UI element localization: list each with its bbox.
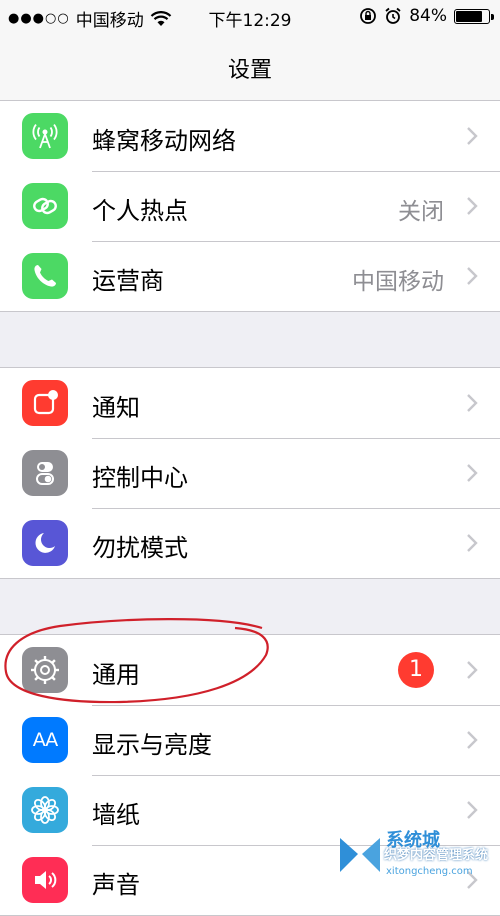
settings-row-carrier[interactable]: 运营商 中国移动 <box>0 241 500 311</box>
wallpaper-flower-icon <box>22 787 68 833</box>
phone-icon <box>22 253 68 299</box>
settings-row-general[interactable]: 通用 1 <box>0 635 500 705</box>
chevron-right-icon <box>467 661 478 679</box>
page-title: 设置 <box>227 58 272 83</box>
chevron-right-icon <box>467 464 478 482</box>
chevron-right-icon <box>467 197 478 215</box>
settings-row-display-brightness[interactable]: AA 显示与亮度 <box>0 705 500 775</box>
watermark-line1: 织梦内容管理系统 <box>384 848 489 863</box>
chevron-right-icon <box>467 731 478 749</box>
watermark: 系统城 织梦内容管理系统 xitongcheng.com <box>336 826 496 886</box>
gear-icon <box>22 647 68 693</box>
speaker-icon <box>22 857 68 903</box>
settings-row-notifications[interactable]: 通知 <box>0 368 500 438</box>
hotspot-icon <box>22 183 68 229</box>
battery-icon <box>454 8 494 24</box>
control-center-icon <box>22 450 68 496</box>
settings-row-label: 个人热点 <box>92 197 188 225</box>
settings-row-value: 中国移动 <box>352 269 444 295</box>
alarm-icon <box>385 7 401 24</box>
settings-row-do-not-disturb[interactable]: 勿扰模式 <box>0 508 500 578</box>
moon-icon <box>22 520 68 566</box>
settings-row-control-center[interactable]: 控制中心 <box>0 438 500 508</box>
status-right: 84% <box>359 6 494 26</box>
chevron-right-icon <box>467 267 478 285</box>
update-badge: 1 <box>398 652 434 688</box>
settings-row-label: 运营商 <box>92 267 164 295</box>
settings-row-label: 通用 <box>92 661 140 689</box>
battery-percent: 84% <box>409 6 447 26</box>
settings-row-label: 勿扰模式 <box>92 534 188 562</box>
settings-group-alerts: 通知 控制中心 勿扰模式 <box>0 367 500 579</box>
settings-list: 蜂窝移动网络 个人热点 关闭 运营商 中国移动 通知 控制中心 勿扰模式 通用 … <box>0 101 500 916</box>
chevron-right-icon <box>467 534 478 552</box>
display-icon-text: AA <box>32 729 59 751</box>
settings-row-label: 声音 <box>92 871 140 899</box>
settings-row-label: 通知 <box>92 394 140 422</box>
navigation-bar: 设置 <box>0 34 500 101</box>
chevron-right-icon <box>467 127 478 145</box>
cellular-icon <box>22 113 68 159</box>
battery-level <box>456 10 483 22</box>
rotation-lock-icon <box>360 8 377 24</box>
settings-row-label: 蜂窝移动网络 <box>92 127 236 155</box>
watermark-line2: xitongcheng.com <box>386 866 473 877</box>
chevron-right-icon <box>467 394 478 412</box>
notifications-icon <box>22 380 68 426</box>
settings-row-label: 墙纸 <box>92 801 140 829</box>
status-bar: ●●●○○ 中国移动 下午12:29 84% <box>0 0 500 34</box>
chevron-right-icon <box>467 801 478 819</box>
settings-group-network: 蜂窝移动网络 个人热点 关闭 运营商 中国移动 <box>0 101 500 312</box>
settings-row-label: 显示与亮度 <box>92 731 212 759</box>
settings-row-hotspot[interactable]: 个人热点 关闭 <box>0 171 500 241</box>
settings-row-label: 控制中心 <box>92 464 188 492</box>
display-brightness-icon: AA <box>22 717 68 763</box>
watermark-logo-icon <box>340 838 380 872</box>
settings-row-cellular[interactable]: 蜂窝移动网络 <box>0 101 500 171</box>
settings-row-value: 关闭 <box>398 199 444 225</box>
